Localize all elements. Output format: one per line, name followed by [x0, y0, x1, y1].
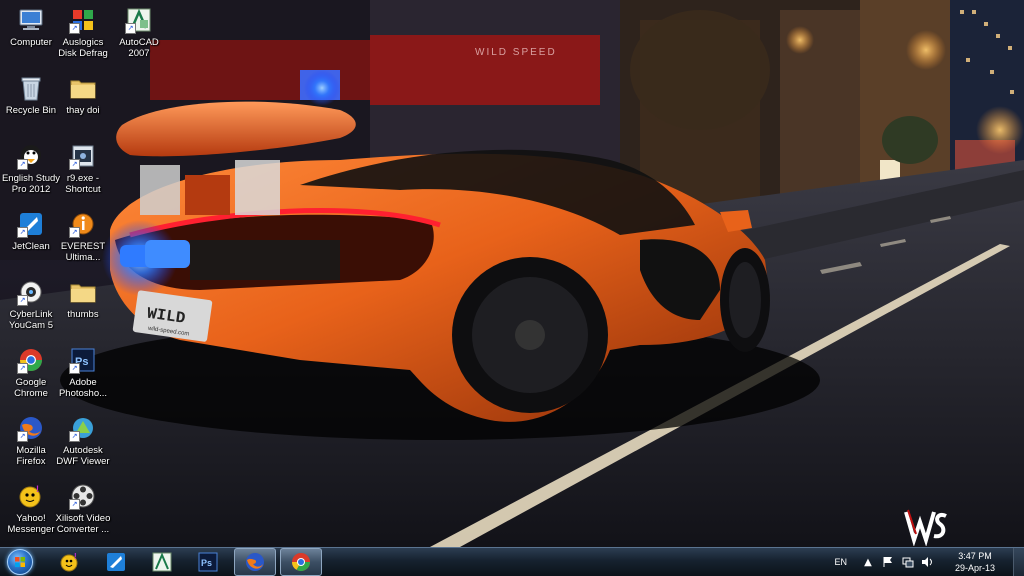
svg-text:!: ! [74, 552, 77, 561]
shortcut-arrow-icon: ↗ [69, 159, 80, 170]
taskbar-pin-chrome[interactable] [280, 548, 322, 576]
folder-icon [69, 74, 97, 102]
desktop-icon-label: Google Chrome [14, 377, 48, 399]
desktop-icon-label: r9.exe - Shortcut [65, 173, 101, 195]
chrome-icon [292, 553, 310, 572]
shortcut-arrow-icon: ↗ [17, 227, 28, 238]
desktop-icon-thay-doi[interactable]: thay doi [52, 74, 114, 116]
taskbar-pin-jetclean[interactable] [96, 549, 136, 575]
volume-speaker-icon[interactable] [921, 555, 935, 569]
windows-logo-icon [7, 549, 33, 575]
desktop-icon-autodesk-dwf-viewer[interactable]: ↗ Autodesk DWF Viewer [52, 414, 114, 467]
shortcut-arrow-icon: ↗ [17, 431, 28, 442]
desktop-icon-label: JetClean [12, 241, 50, 252]
video-converter-icon: ↗ [69, 482, 97, 510]
svg-text:!: ! [36, 484, 39, 494]
clock-date: 29-Apr-13 [954, 563, 995, 573]
storefront-sign: WILD SPEED [475, 47, 557, 58]
desktop-wallpaper: WILD SPEED WILD wild-speed.com [0, 0, 1024, 547]
english-study-icon: ↗ [17, 142, 45, 170]
clock-time: 3:47 PM [958, 551, 992, 561]
shortcut-arrow-icon: ↗ [17, 363, 28, 374]
desktop-icon-label: Recycle Bin [5, 105, 57, 116]
taskbar-pin-autocad[interactable] [142, 549, 182, 575]
desktop-icon-label: Yahoo! Messenger [7, 513, 55, 535]
show-hidden-icons-icon[interactable]: ▲ [861, 555, 875, 569]
autocad-icon [152, 552, 172, 572]
folder-icon [69, 278, 97, 306]
start-button[interactable] [4, 548, 36, 576]
photoshop-icon: Ps ↗ [69, 346, 97, 374]
dwf-viewer-icon: ↗ [69, 414, 97, 442]
desktop-icon-autocad[interactable]: ↗ AutoCAD 2007 [108, 6, 170, 59]
autocad-icon: ↗ [125, 6, 153, 34]
clock[interactable]: 3:47 PM 29-Apr-13 [955, 550, 995, 574]
yahoo-messenger-icon: ! [17, 482, 45, 510]
shortcut-arrow-icon: ↗ [69, 363, 80, 374]
desktop-icon-label: Auslogics Disk Defrag [58, 37, 108, 59]
photoshop-icon: Ps [198, 552, 218, 572]
wallpaper-scene: WILD SPEED WILD wild-speed.com [0, 0, 1024, 547]
everest-icon: ↗ [69, 210, 97, 238]
desktop-icon-label: Autodesk DWF Viewer [56, 445, 110, 467]
youcam-icon: ↗ [17, 278, 45, 306]
taskbar-pin-firefox[interactable] [234, 548, 276, 576]
defrag-icon: ↗ [69, 6, 97, 34]
recycle-bin-icon [17, 74, 45, 102]
shortcut-arrow-icon: ↗ [17, 159, 28, 170]
desktop-icon-label: thay doi [66, 105, 100, 116]
desktop-icon-r9-shortcut[interactable]: ↗ r9.exe - Shortcut [52, 142, 114, 195]
jetclean-icon [107, 553, 125, 571]
desktop-icon-label: Computer [10, 37, 52, 48]
shortcut-arrow-icon: ↗ [69, 23, 80, 34]
action-center-flag-icon[interactable] [881, 555, 895, 569]
ws-logo-watermark [904, 504, 952, 547]
language-indicator[interactable]: EN [834, 557, 847, 567]
shortcut-arrow-icon: ↗ [69, 227, 80, 238]
shortcut-arrow-icon: ↗ [69, 431, 80, 442]
taskbar-pin-photoshop[interactable]: Ps [188, 549, 228, 575]
network-icon[interactable] [901, 555, 915, 569]
desktop-icon-label: AutoCAD 2007 [119, 37, 159, 59]
shortcut-arrow-icon: ↗ [125, 23, 136, 34]
shortcut-exe-icon: ↗ [69, 142, 97, 170]
desktop-icon-label: Mozilla Firefox [16, 445, 46, 467]
taskbar-pin-yahoo-messenger[interactable]: ! [50, 549, 90, 575]
shortcut-arrow-icon: ↗ [69, 499, 80, 510]
computer-icon [17, 6, 45, 34]
desktop-icon-label: Adobe Photosho... [58, 377, 108, 399]
desktop-icon-label: thumbs [67, 309, 99, 320]
desktop-icon-thumbs[interactable]: thumbs [52, 278, 114, 320]
firefox-icon: ↗ [17, 414, 45, 442]
chrome-icon: ↗ [17, 346, 45, 374]
jetclean-icon: ↗ [17, 210, 45, 238]
desktop-icon-label: CyberLink YouCam 5 [8, 309, 53, 331]
taskbar: ! Ps EN ▲ 3:47 PM 29-Apr-13 [0, 547, 1024, 576]
desktop-icon-label: Xilisoft Video Converter ... [55, 513, 111, 535]
svg-text:Ps: Ps [201, 558, 212, 568]
firefox-icon [246, 553, 264, 571]
desktop-icon-everest[interactable]: ↗ EVEREST Ultima... [52, 210, 114, 263]
desktop-icon-adobe-photoshop[interactable]: Ps ↗ Adobe Photosho... [52, 346, 114, 399]
system-tray: EN ▲ 3:47 PM 29-Apr-13 [834, 548, 1024, 576]
show-desktop-button[interactable] [1013, 548, 1024, 576]
shortcut-arrow-icon: ↗ [17, 295, 28, 306]
desktop-icon-auslogics[interactable]: ↗ Auslogics Disk Defrag [52, 6, 114, 59]
desktop-icon-xilisoft-video-converter[interactable]: ↗ Xilisoft Video Converter ... [52, 482, 114, 535]
desktop-icon-label: EVEREST Ultima... [60, 241, 106, 263]
yahoo-messenger-icon: ! [60, 552, 78, 572]
